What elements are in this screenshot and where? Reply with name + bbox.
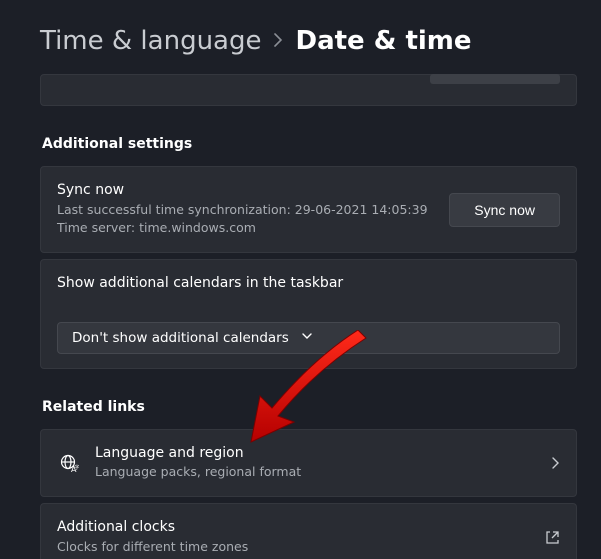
svg-text:字: 字: [75, 464, 80, 471]
additional-calendars-title: Show additional calendars in the taskbar: [57, 274, 560, 294]
section-additional-settings: Additional settings: [42, 136, 577, 152]
prev-setting-card-stub: [40, 74, 577, 106]
section-related-links: Related links: [42, 399, 577, 415]
breadcrumb: Time & language Date & time: [40, 26, 577, 56]
chevron-right-icon: [550, 456, 560, 470]
sync-now-card: Sync now Last successful time synchroniz…: [40, 166, 577, 253]
breadcrumb-prev[interactable]: Time & language: [40, 26, 261, 56]
breadcrumb-current: Date & time: [295, 26, 471, 56]
language-region-title: Language and region: [95, 444, 536, 464]
chevron-down-icon: [301, 330, 313, 346]
globe-language-icon: A 字: [57, 453, 81, 473]
chevron-right-icon: [273, 31, 283, 52]
sync-now-title: Sync now: [57, 181, 435, 201]
additional-calendars-card: Show additional calendars in the taskbar…: [40, 259, 577, 369]
link-language-and-region[interactable]: A 字 Language and region Language packs, …: [40, 429, 577, 497]
additional-calendars-dropdown[interactable]: Don't show additional calendars: [57, 322, 560, 354]
language-region-sub: Language packs, regional format: [95, 463, 536, 482]
stub-button: [430, 74, 560, 84]
sync-last-sync: Last successful time synchronization: 29…: [57, 201, 435, 220]
additional-clocks-sub: Clocks for different time zones: [57, 538, 531, 557]
additional-clocks-title: Additional clocks: [57, 518, 531, 538]
sync-server: Time server: time.windows.com: [57, 219, 435, 238]
link-additional-clocks[interactable]: Additional clocks Clocks for different t…: [40, 503, 577, 559]
dropdown-selected-value: Don't show additional calendars: [72, 330, 289, 346]
open-external-icon: [545, 530, 560, 545]
sync-now-button[interactable]: Sync now: [449, 193, 560, 227]
